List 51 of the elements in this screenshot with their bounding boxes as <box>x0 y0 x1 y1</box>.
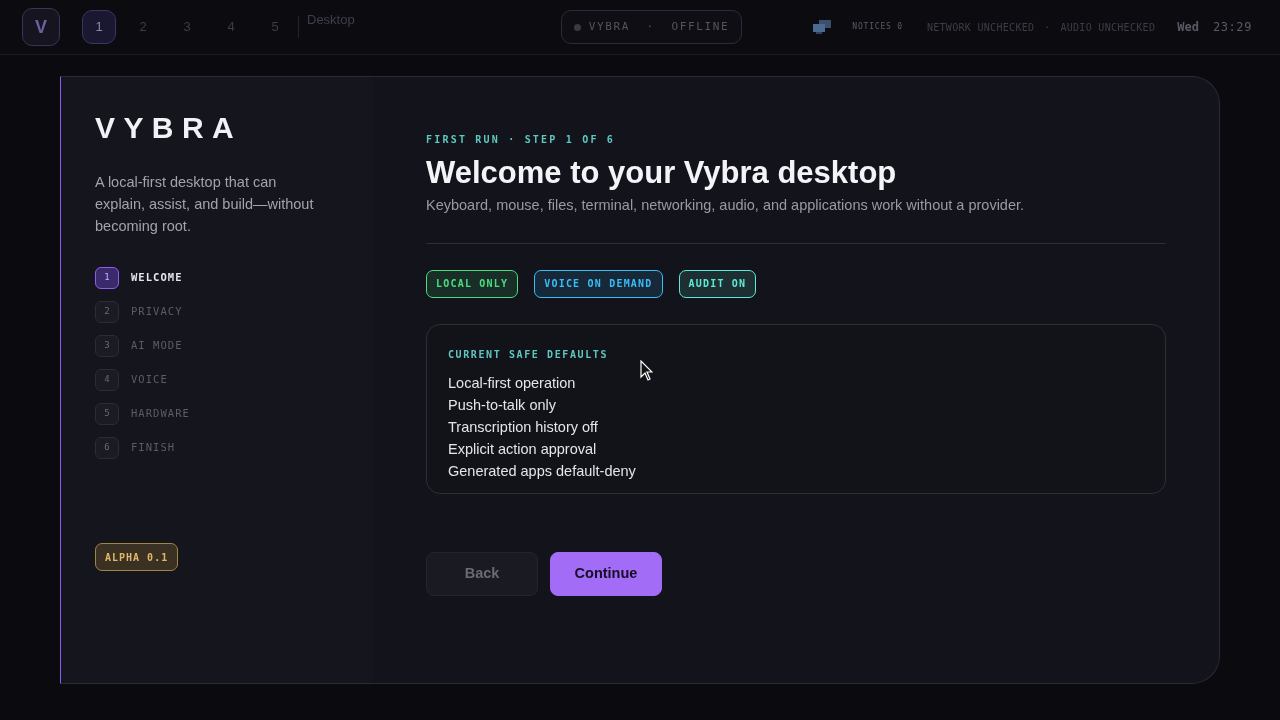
default-item: Explicit action approval <box>448 439 598 459</box>
step-label: FINISH <box>131 440 176 456</box>
version-badge: ALPHA 0.1 <box>95 543 179 571</box>
step-number: 3 <box>95 335 119 357</box>
clock-day: Wed <box>1177 18 1199 36</box>
step-item[interactable]: 1 WELCOME <box>95 267 373 289</box>
clock-time: 23:29 <box>1212 19 1252 36</box>
tagline: A local-first desktop that can explain, assist, and build—without becoming root. <box>95 173 315 236</box>
step-number: 6 <box>95 437 119 459</box>
default-item: Push-to-talk only <box>448 395 557 415</box>
card-heading: CURRENT SAFE DEFAULTS <box>448 347 610 362</box>
audio-status: AUDIO UNCHECKED <box>1060 20 1156 35</box>
status-tag: AUDIT ON <box>678 269 757 298</box>
network-computers-icon <box>812 19 833 35</box>
brand-title: VYBRA <box>95 113 243 143</box>
mouse-cursor-icon <box>640 360 653 381</box>
default-item: Local-first operation <box>448 373 577 393</box>
continue-button[interactable]: Continue <box>550 551 662 596</box>
eyebrow-text: FIRST RUN · STEP 1 OF 6 <box>426 133 617 147</box>
status-tag: LOCAL ONLY <box>426 269 519 298</box>
network-status: NETWORK UNCHECKED <box>926 20 1035 35</box>
default-item: Transcription history off <box>448 417 599 437</box>
step-item[interactable]: 3 AI MODE <box>95 335 373 357</box>
step-label: HARDWARE <box>131 406 190 422</box>
step-label: AI MODE <box>131 338 183 354</box>
workspace-button[interactable]: 4 <box>214 10 248 44</box>
workspace-button[interactable]: 1 <box>82 10 116 44</box>
step-label: WELCOME <box>131 270 183 286</box>
logo-button[interactable]: V <box>22 8 60 46</box>
step-number: 2 <box>95 301 119 323</box>
step-label: PRIVACY <box>131 304 183 320</box>
step-number: 1 <box>95 267 119 289</box>
step-label: VOICE <box>131 372 168 388</box>
separator-dot: · <box>1044 20 1051 35</box>
workspace-button[interactable]: 3 <box>170 10 204 44</box>
step-number: 4 <box>95 369 119 391</box>
step-item[interactable]: 5 HARDWARE <box>95 403 373 425</box>
window-title: Desktop <box>307 11 355 29</box>
step-number: 5 <box>95 403 119 425</box>
status-tag: VOICE ON DEMAND <box>534 269 663 298</box>
dialog-subtitle: Keyboard, mouse, files, terminal, networking, audio, and applications work without a provider. <box>426 196 1026 215</box>
workspace-button[interactable]: 2 <box>126 10 160 44</box>
back-button[interactable]: Back <box>426 551 538 596</box>
workspace-button[interactable]: 5 <box>258 10 292 44</box>
notices-count: NOTICES 0 <box>852 21 903 33</box>
step-item[interactable]: 6 FINISH <box>95 437 373 459</box>
step-item[interactable]: 4 VOICE <box>95 369 373 391</box>
default-item: Generated apps default-deny <box>448 461 637 481</box>
step-item[interactable]: 2 PRIVACY <box>95 301 373 323</box>
dialog-title: Welcome to your Vybra desktop <box>426 154 898 192</box>
status-pill: VYBRA · OFFLINE <box>560 10 743 44</box>
